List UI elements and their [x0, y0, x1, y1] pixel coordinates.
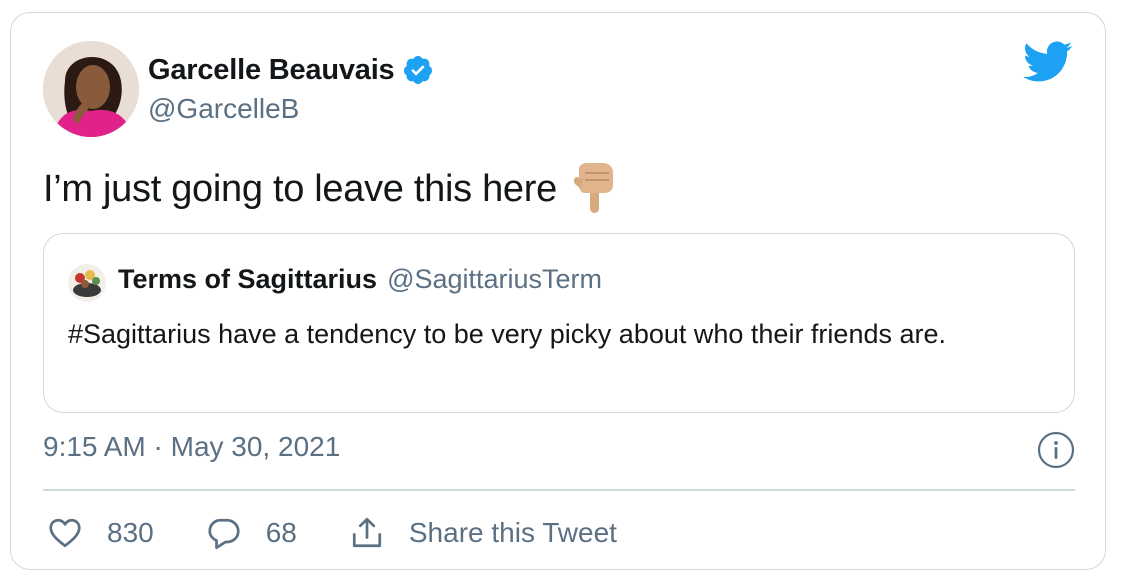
tweet-text: I’m just going to leave this here — [43, 167, 557, 210]
heart-icon — [49, 518, 81, 548]
twitter-bird-icon[interactable] — [1023, 41, 1073, 83]
author-display-name[interactable]: Garcelle Beauvais — [148, 54, 395, 87]
share-icon — [352, 517, 381, 548]
quoted-author-name[interactable]: Terms of Sagittarius — [118, 264, 377, 295]
author-avatar[interactable] — [43, 41, 139, 137]
quoted-author-avatar[interactable] — [68, 264, 106, 302]
author-handle[interactable]: @GarcelleB — [148, 93, 299, 125]
divider — [43, 489, 1075, 491]
reply-bubble-icon — [208, 518, 240, 550]
like-count: 830 — [107, 517, 154, 548]
tweet-card[interactable]: Garcelle Beauvais @GarcelleB I’m just go… — [10, 12, 1106, 570]
info-icon[interactable] — [1037, 431, 1075, 469]
action-bar: 830 68 Share this Tweet — [47, 513, 617, 553]
backhand-index-pointing-down-icon — [573, 163, 613, 213]
tweet-timestamp[interactable]: 9:15 AM · May 30, 2021 — [43, 431, 340, 463]
verified-badge-icon — [404, 56, 433, 84]
share-button[interactable]: Share this Tweet — [349, 515, 617, 551]
quoted-author-handle[interactable]: @SagittariusTerm — [387, 264, 602, 295]
quoted-tweet[interactable]: Terms of Sagittarius @SagittariusTerm #S… — [43, 233, 1075, 413]
reply-button[interactable]: 68 — [206, 515, 297, 551]
share-label: Share this Tweet — [408, 517, 617, 548]
reply-count: 68 — [265, 517, 297, 548]
like-button[interactable]: 830 — [47, 515, 154, 551]
quoted-tweet-text: #Sagittarius have a tendency to be very … — [68, 319, 947, 349]
